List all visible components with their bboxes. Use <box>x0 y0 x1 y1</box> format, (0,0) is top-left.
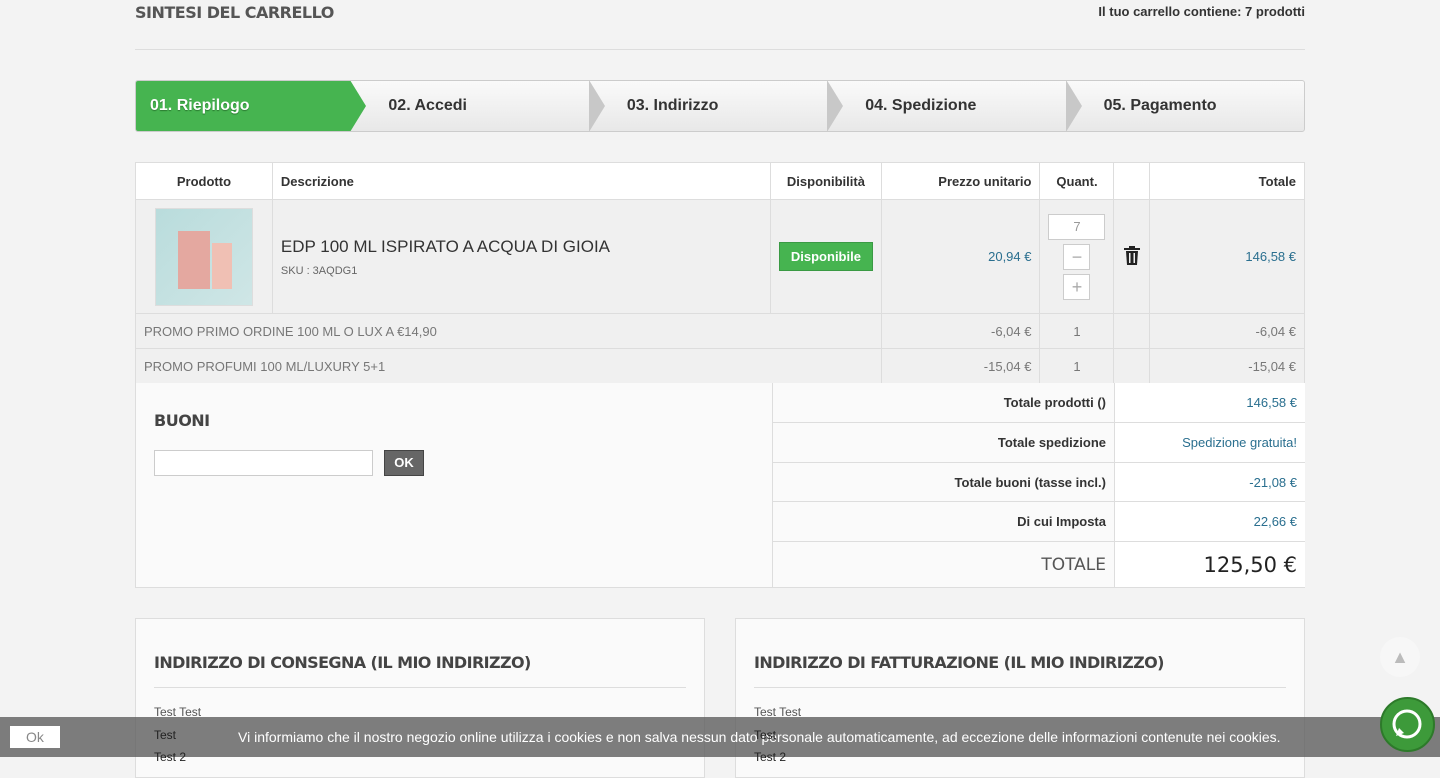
trash-icon <box>1123 245 1140 265</box>
header-actions <box>1113 162 1151 200</box>
promo-price: -6,04 € <box>880 313 1041 349</box>
quantity-input[interactable]: 7 <box>1048 213 1106 240</box>
voucher-ok-button[interactable]: OK <box>384 450 424 476</box>
promo-total: -15,04 € <box>1149 348 1305 384</box>
voucher-input[interactable] <box>154 450 373 476</box>
header-quantity: Quant. <box>1039 162 1115 200</box>
address-line: Test <box>154 728 177 742</box>
divider <box>135 49 1305 50</box>
table-row: EDP 100 ML ISPIRATO A ACQUA DI GIOIA SKU … <box>135 199 1305 314</box>
summary-section: BUONI OK Totale prodotti () 146,58 € Tota… <box>135 383 1305 588</box>
checkout-steps: 01. Riepilogo 02. Accedi 03. Indirizzo 0… <box>135 80 1305 132</box>
address-line: Test Test <box>154 705 202 719</box>
cookie-ok-button[interactable]: Ok <box>10 726 60 748</box>
header-description: Descrizione <box>271 162 771 200</box>
summary-total-row: TOTALE 125,50 € <box>773 541 1305 587</box>
page-title: SINTESI DEL CARRELLO <box>135 3 334 22</box>
step-riepilogo[interactable]: 01. Riepilogo <box>136 81 367 131</box>
summary-row: Di cui Imposta 22,66 € <box>773 501 1305 541</box>
promo-name: PROMO PRIMO ORDINE 100 ML O LUX A €14,90 <box>135 313 882 349</box>
cart-count: Il tuo carrello contiene: 7 prodotti <box>1098 4 1305 19</box>
table-row: PROMO PROFUMI 100 ML/LUXURY 5+1 -15,04 €… <box>135 348 1305 384</box>
step-accedi[interactable]: 02. Accedi <box>350 81 606 131</box>
address-line: Test <box>754 728 777 742</box>
vouchers-title: BUONI <box>154 411 210 430</box>
summary-row: Totale buoni (tasse incl.) -21,08 € <box>773 462 1305 501</box>
step-indirizzo[interactable]: 03. Indirizzo <box>589 81 844 131</box>
unit-price: 20,94 € <box>880 199 1041 314</box>
product-image[interactable] <box>154 207 253 306</box>
cart-table: Prodotto Descrizione Disponibilità Prezz… <box>135 162 1305 384</box>
address-line: Test Test <box>754 705 802 719</box>
header-availability: Disponibilità <box>769 162 882 200</box>
promo-price: -15,04 € <box>880 348 1041 384</box>
scroll-top-button[interactable]: ▲ <box>1380 637 1420 677</box>
summary-row: Totale spedizione Spedizione gratuita! <box>773 422 1305 462</box>
summary-row: Totale prodotti () 146,58 € <box>773 383 1305 422</box>
promo-name: PROMO PROFUMI 100 ML/LUXURY 5+1 <box>135 348 882 384</box>
whatsapp-icon <box>1392 709 1422 739</box>
step-spedizione[interactable]: 04. Spedizione <box>827 81 1083 131</box>
header-product: Prodotto <box>135 162 273 200</box>
whatsapp-button[interactable] <box>1380 697 1435 752</box>
delivery-address-title: INDIRIZZO DI CONSEGNA (IL MIO INDIRIZZO) <box>154 653 531 672</box>
increase-quantity-button[interactable]: + <box>1063 273 1091 300</box>
table-row: PROMO PRIMO ORDINE 100 ML O LUX A €14,90… <box>135 313 1305 349</box>
promo-total: -6,04 € <box>1149 313 1305 349</box>
product-sku: SKU : 3AQDG1 <box>280 264 358 277</box>
header-unit-price: Prezzo unitario <box>880 162 1041 200</box>
promo-qty: 1 <box>1039 313 1115 349</box>
promo-qty: 1 <box>1039 348 1115 384</box>
chevron-up-icon: ▲ <box>1391 647 1409 667</box>
cookie-banner: Ok Vi informiamo che il nostro negozio o… <box>0 717 1440 757</box>
decrease-quantity-button[interactable]: − <box>1063 243 1091 270</box>
step-pagamento[interactable]: 05. Pagamento <box>1066 81 1304 131</box>
address-line: Test 2 <box>154 750 187 764</box>
address-line: Test 2 <box>754 750 787 764</box>
product-name[interactable]: EDP 100 ML ISPIRATO A ACQUA DI GIOIA <box>281 237 762 257</box>
delete-button[interactable] <box>1113 199 1151 314</box>
row-total: 146,58 € <box>1149 199 1305 314</box>
header-total: Totale <box>1149 162 1305 200</box>
billing-address-title: INDIRIZZO DI FATTURAZIONE (IL MIO INDIRI… <box>754 653 1164 672</box>
status-badge: Disponibile <box>778 242 873 271</box>
